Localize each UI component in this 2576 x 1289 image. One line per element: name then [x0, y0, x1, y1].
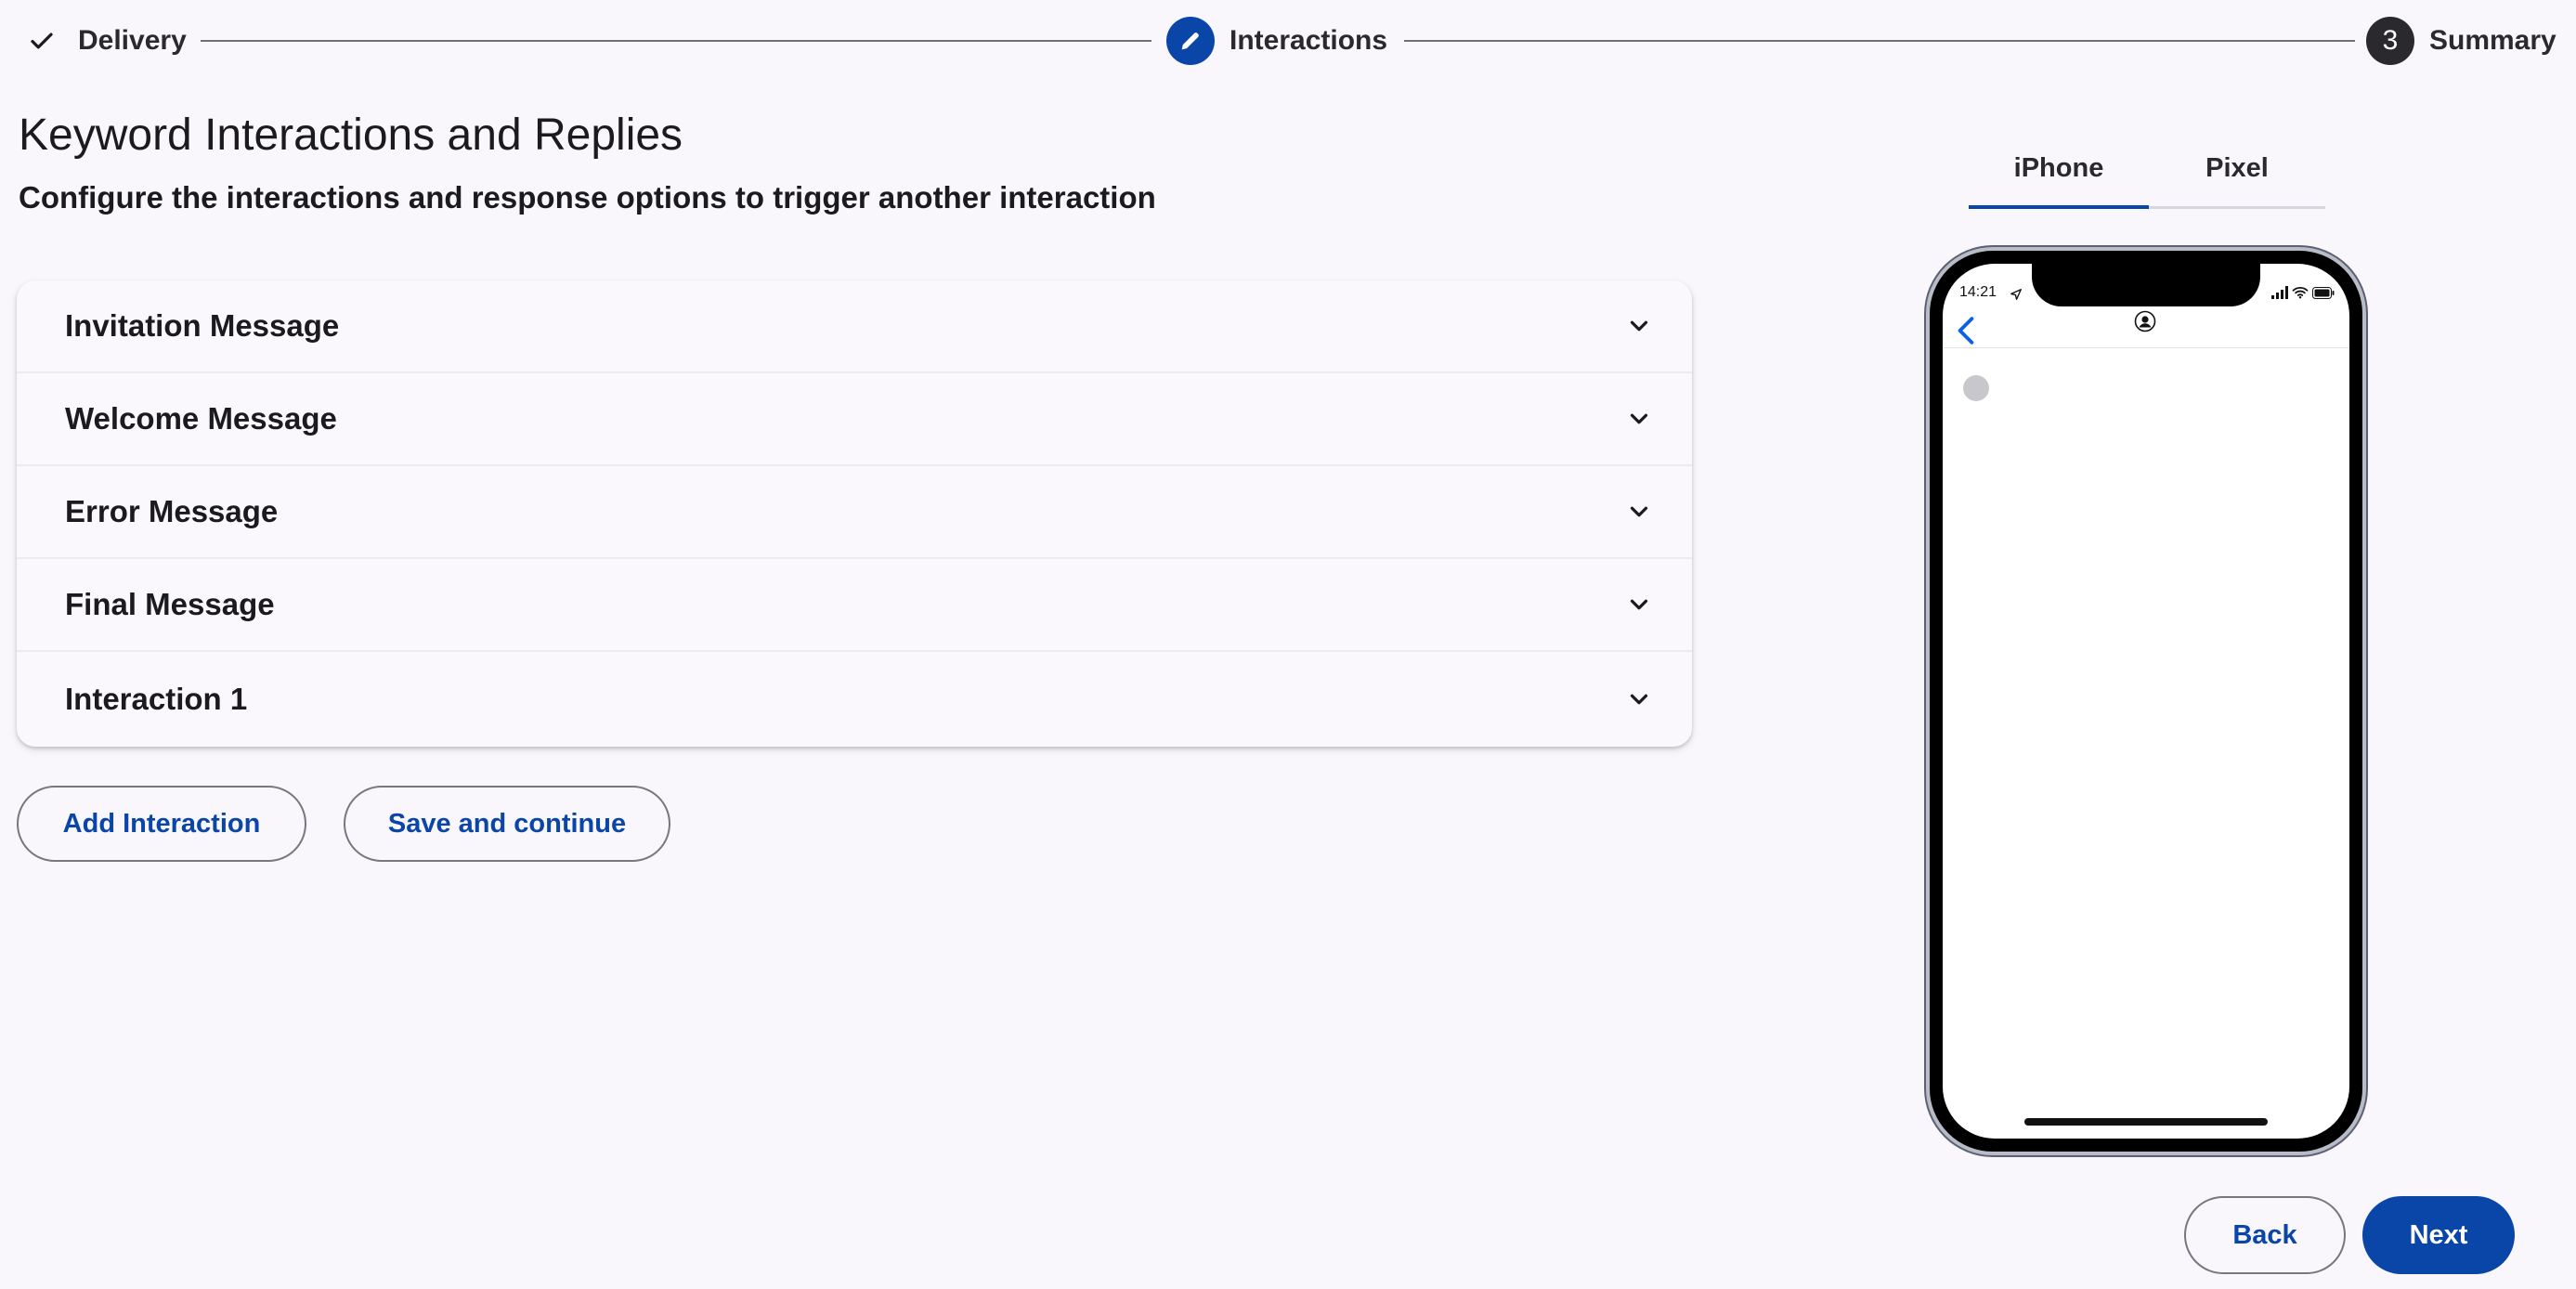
phone-preview: 14:21	[1926, 247, 2366, 1155]
phone-screen: 14:21	[1943, 264, 2349, 1139]
step-interactions[interactable]: Interactions	[1166, 17, 1387, 65]
step-delivery[interactable]: Delivery	[28, 17, 187, 65]
typing-indicator	[1963, 375, 1989, 401]
step-label-summary: Summary	[2429, 25, 2556, 56]
accordion-item-interaction-1[interactable]: Interaction 1	[17, 652, 1692, 747]
interactions-accordion: Invitation Message Welcome Message Error…	[17, 280, 1692, 747]
stepper: Delivery Interactions 3 Summary	[0, 0, 2576, 82]
location-arrow-icon	[2010, 289, 2022, 300]
signal-icon	[2271, 286, 2288, 299]
phone-notch	[2032, 264, 2260, 306]
add-interaction-button[interactable]: Add Interaction	[17, 786, 306, 862]
step-label-delivery: Delivery	[78, 25, 187, 56]
home-indicator	[2024, 1118, 2268, 1126]
accordion-item-label: Final Message	[65, 587, 275, 621]
step-summary[interactable]: 3 Summary	[2366, 17, 2556, 65]
status-icons	[2271, 286, 2335, 299]
wifi-icon	[2292, 286, 2309, 299]
chevron-down-icon	[1630, 320, 1648, 332]
step-connector	[1404, 40, 2355, 42]
accordion-item-welcome-message[interactable]: Welcome Message	[17, 373, 1692, 466]
accordion-item-label: Welcome Message	[65, 401, 337, 436]
back-button[interactable]: Back	[2184, 1196, 2346, 1274]
pencil-icon	[1181, 33, 1199, 50]
save-and-continue-button[interactable]: Save and continue	[344, 786, 670, 862]
page-title: Keyword Interactions and Replies	[19, 111, 683, 160]
step-number: 3	[2382, 25, 2399, 56]
check-icon	[31, 33, 53, 49]
accordion-item-invitation-message[interactable]: Invitation Message	[17, 280, 1692, 373]
accordion-item-label: Error Message	[65, 494, 279, 528]
tab-active-indicator	[1969, 205, 2149, 209]
back-chevron-icon[interactable]	[1956, 316, 1976, 345]
tab-pixel[interactable]: Pixel	[2149, 130, 2325, 206]
step-number-badge: 3	[2366, 17, 2414, 65]
tab-iphone[interactable]: iPhone	[1969, 130, 2149, 206]
page-subtitle: Configure the interactions and response …	[19, 180, 1156, 215]
device-tabs: iPhone Pixel	[1969, 130, 2325, 209]
step-label-interactions: Interactions	[1229, 25, 1388, 56]
chevron-down-icon	[1630, 506, 1648, 517]
contact-avatar-icon	[2134, 310, 2156, 332]
accordion-item-error-message[interactable]: Error Message	[17, 466, 1692, 559]
next-button[interactable]: Next	[2362, 1196, 2515, 1274]
step-connector	[201, 40, 1151, 42]
chevron-down-icon	[1630, 599, 1648, 610]
status-time: 14:21	[1959, 284, 1997, 300]
nav-divider	[1943, 347, 2349, 348]
accordion-item-final-message[interactable]: Final Message	[17, 559, 1692, 652]
battery-icon	[2312, 286, 2335, 299]
chevron-down-icon	[1630, 694, 1648, 705]
accordion-item-label: Invitation Message	[65, 308, 340, 343]
messages-nav-bar	[1943, 306, 2349, 347]
step-active-indicator	[1166, 17, 1215, 65]
chevron-down-icon	[1630, 413, 1648, 424]
accordion-item-label: Interaction 1	[65, 682, 248, 716]
